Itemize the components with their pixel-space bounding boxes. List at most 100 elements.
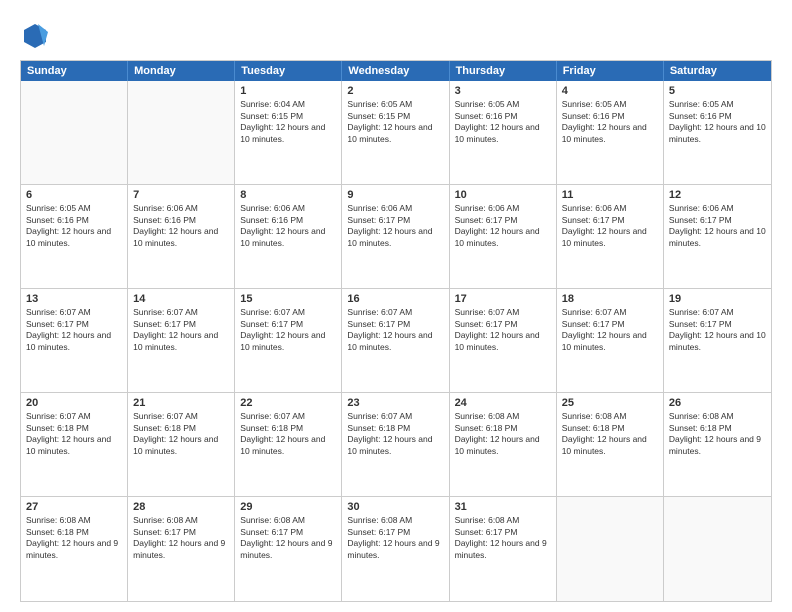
day-number: 19: [669, 292, 766, 306]
day-number: 25: [562, 396, 658, 410]
day-number: 17: [455, 292, 551, 306]
calendar: SundayMondayTuesdayWednesdayThursdayFrid…: [20, 60, 772, 602]
cell-sun-info: Sunrise: 6:07 AM Sunset: 6:17 PM Dayligh…: [347, 307, 443, 353]
day-number: 27: [26, 500, 122, 514]
day-number: 8: [240, 188, 336, 202]
calendar-cell: 26Sunrise: 6:08 AM Sunset: 6:18 PM Dayli…: [664, 393, 771, 496]
day-number: 5: [669, 84, 766, 98]
cell-sun-info: Sunrise: 6:05 AM Sunset: 6:16 PM Dayligh…: [562, 99, 658, 145]
cell-sun-info: Sunrise: 6:08 AM Sunset: 6:18 PM Dayligh…: [669, 411, 766, 457]
day-number: 31: [455, 500, 551, 514]
cell-sun-info: Sunrise: 6:08 AM Sunset: 6:17 PM Dayligh…: [240, 515, 336, 561]
day-number: 20: [26, 396, 122, 410]
day-number: 7: [133, 188, 229, 202]
weekday-header-monday: Monday: [128, 61, 235, 81]
calendar-cell: 29Sunrise: 6:08 AM Sunset: 6:17 PM Dayli…: [235, 497, 342, 601]
calendar-row-1: 6Sunrise: 6:05 AM Sunset: 6:16 PM Daylig…: [21, 185, 771, 289]
cell-sun-info: Sunrise: 6:07 AM Sunset: 6:18 PM Dayligh…: [240, 411, 336, 457]
calendar-cell: 24Sunrise: 6:08 AM Sunset: 6:18 PM Dayli…: [450, 393, 557, 496]
cell-sun-info: Sunrise: 6:07 AM Sunset: 6:17 PM Dayligh…: [669, 307, 766, 353]
cell-sun-info: Sunrise: 6:05 AM Sunset: 6:15 PM Dayligh…: [347, 99, 443, 145]
calendar-cell: 11Sunrise: 6:06 AM Sunset: 6:17 PM Dayli…: [557, 185, 664, 288]
calendar-cell: 6Sunrise: 6:05 AM Sunset: 6:16 PM Daylig…: [21, 185, 128, 288]
weekday-header-tuesday: Tuesday: [235, 61, 342, 81]
day-number: 13: [26, 292, 122, 306]
cell-sun-info: Sunrise: 6:07 AM Sunset: 6:17 PM Dayligh…: [26, 307, 122, 353]
calendar-cell: 12Sunrise: 6:06 AM Sunset: 6:17 PM Dayli…: [664, 185, 771, 288]
day-number: 1: [240, 84, 336, 98]
logo: [20, 20, 54, 50]
calendar-cell: 28Sunrise: 6:08 AM Sunset: 6:17 PM Dayli…: [128, 497, 235, 601]
calendar-cell: 30Sunrise: 6:08 AM Sunset: 6:17 PM Dayli…: [342, 497, 449, 601]
cell-sun-info: Sunrise: 6:07 AM Sunset: 6:17 PM Dayligh…: [133, 307, 229, 353]
cell-sun-info: Sunrise: 6:05 AM Sunset: 6:16 PM Dayligh…: [455, 99, 551, 145]
calendar-cell: 15Sunrise: 6:07 AM Sunset: 6:17 PM Dayli…: [235, 289, 342, 392]
calendar-cell: 23Sunrise: 6:07 AM Sunset: 6:18 PM Dayli…: [342, 393, 449, 496]
calendar-cell: 5Sunrise: 6:05 AM Sunset: 6:16 PM Daylig…: [664, 81, 771, 184]
calendar-cell: 3Sunrise: 6:05 AM Sunset: 6:16 PM Daylig…: [450, 81, 557, 184]
calendar-cell: 16Sunrise: 6:07 AM Sunset: 6:17 PM Dayli…: [342, 289, 449, 392]
cell-sun-info: Sunrise: 6:06 AM Sunset: 6:17 PM Dayligh…: [347, 203, 443, 249]
day-number: 12: [669, 188, 766, 202]
cell-sun-info: Sunrise: 6:08 AM Sunset: 6:18 PM Dayligh…: [562, 411, 658, 457]
weekday-header-sunday: Sunday: [21, 61, 128, 81]
calendar-cell: 4Sunrise: 6:05 AM Sunset: 6:16 PM Daylig…: [557, 81, 664, 184]
day-number: 10: [455, 188, 551, 202]
calendar-cell: 22Sunrise: 6:07 AM Sunset: 6:18 PM Dayli…: [235, 393, 342, 496]
cell-sun-info: Sunrise: 6:06 AM Sunset: 6:16 PM Dayligh…: [133, 203, 229, 249]
calendar-cell: 9Sunrise: 6:06 AM Sunset: 6:17 PM Daylig…: [342, 185, 449, 288]
cell-sun-info: Sunrise: 6:06 AM Sunset: 6:17 PM Dayligh…: [669, 203, 766, 249]
calendar-header: SundayMondayTuesdayWednesdayThursdayFrid…: [21, 61, 771, 81]
weekday-header-thursday: Thursday: [450, 61, 557, 81]
calendar-cell: 21Sunrise: 6:07 AM Sunset: 6:18 PM Dayli…: [128, 393, 235, 496]
calendar-cell: 1Sunrise: 6:04 AM Sunset: 6:15 PM Daylig…: [235, 81, 342, 184]
header: [20, 20, 772, 50]
cell-sun-info: Sunrise: 6:08 AM Sunset: 6:18 PM Dayligh…: [26, 515, 122, 561]
cell-sun-info: Sunrise: 6:08 AM Sunset: 6:17 PM Dayligh…: [455, 515, 551, 561]
cell-sun-info: Sunrise: 6:06 AM Sunset: 6:17 PM Dayligh…: [455, 203, 551, 249]
day-number: 4: [562, 84, 658, 98]
weekday-header-wednesday: Wednesday: [342, 61, 449, 81]
calendar-row-0: 1Sunrise: 6:04 AM Sunset: 6:15 PM Daylig…: [21, 81, 771, 185]
calendar-cell: 25Sunrise: 6:08 AM Sunset: 6:18 PM Dayli…: [557, 393, 664, 496]
cell-sun-info: Sunrise: 6:08 AM Sunset: 6:17 PM Dayligh…: [133, 515, 229, 561]
day-number: 30: [347, 500, 443, 514]
day-number: 3: [455, 84, 551, 98]
cell-sun-info: Sunrise: 6:07 AM Sunset: 6:17 PM Dayligh…: [455, 307, 551, 353]
cell-sun-info: Sunrise: 6:05 AM Sunset: 6:16 PM Dayligh…: [669, 99, 766, 145]
calendar-cell: 27Sunrise: 6:08 AM Sunset: 6:18 PM Dayli…: [21, 497, 128, 601]
calendar-cell: 2Sunrise: 6:05 AM Sunset: 6:15 PM Daylig…: [342, 81, 449, 184]
cell-sun-info: Sunrise: 6:08 AM Sunset: 6:18 PM Dayligh…: [455, 411, 551, 457]
calendar-cell: 17Sunrise: 6:07 AM Sunset: 6:17 PM Dayli…: [450, 289, 557, 392]
calendar-cell: 19Sunrise: 6:07 AM Sunset: 6:17 PM Dayli…: [664, 289, 771, 392]
cell-sun-info: Sunrise: 6:07 AM Sunset: 6:17 PM Dayligh…: [562, 307, 658, 353]
day-number: 29: [240, 500, 336, 514]
cell-sun-info: Sunrise: 6:07 AM Sunset: 6:18 PM Dayligh…: [26, 411, 122, 457]
day-number: 11: [562, 188, 658, 202]
calendar-cell: 10Sunrise: 6:06 AM Sunset: 6:17 PM Dayli…: [450, 185, 557, 288]
cell-sun-info: Sunrise: 6:06 AM Sunset: 6:16 PM Dayligh…: [240, 203, 336, 249]
day-number: 14: [133, 292, 229, 306]
calendar-cell: 13Sunrise: 6:07 AM Sunset: 6:17 PM Dayli…: [21, 289, 128, 392]
weekday-header-friday: Friday: [557, 61, 664, 81]
logo-icon: [20, 20, 50, 50]
calendar-cell: 7Sunrise: 6:06 AM Sunset: 6:16 PM Daylig…: [128, 185, 235, 288]
day-number: 23: [347, 396, 443, 410]
calendar-cell: 31Sunrise: 6:08 AM Sunset: 6:17 PM Dayli…: [450, 497, 557, 601]
day-number: 2: [347, 84, 443, 98]
day-number: 21: [133, 396, 229, 410]
day-number: 24: [455, 396, 551, 410]
calendar-cell: [128, 81, 235, 184]
calendar-cell: 18Sunrise: 6:07 AM Sunset: 6:17 PM Dayli…: [557, 289, 664, 392]
calendar-cell: [21, 81, 128, 184]
day-number: 16: [347, 292, 443, 306]
calendar-cell: 14Sunrise: 6:07 AM Sunset: 6:17 PM Dayli…: [128, 289, 235, 392]
weekday-header-saturday: Saturday: [664, 61, 771, 81]
day-number: 6: [26, 188, 122, 202]
cell-sun-info: Sunrise: 6:04 AM Sunset: 6:15 PM Dayligh…: [240, 99, 336, 145]
calendar-cell: [557, 497, 664, 601]
page: SundayMondayTuesdayWednesdayThursdayFrid…: [0, 0, 792, 612]
cell-sun-info: Sunrise: 6:06 AM Sunset: 6:17 PM Dayligh…: [562, 203, 658, 249]
cell-sun-info: Sunrise: 6:07 AM Sunset: 6:18 PM Dayligh…: [347, 411, 443, 457]
day-number: 28: [133, 500, 229, 514]
